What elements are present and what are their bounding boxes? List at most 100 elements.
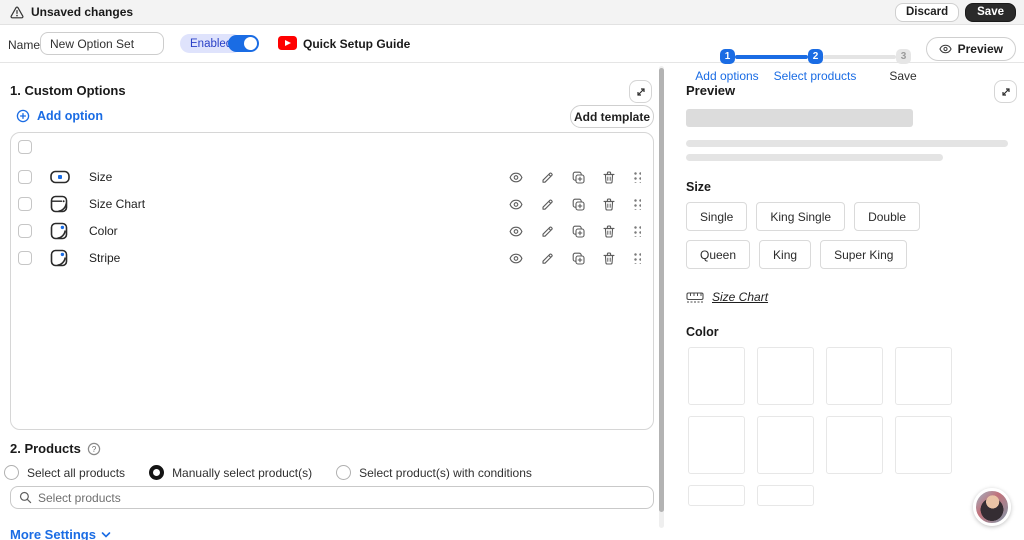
- expand-icon: [635, 86, 647, 98]
- step-3-dot: 3: [896, 49, 911, 64]
- edit-icon[interactable]: [540, 251, 554, 265]
- radio-select-with-conditions[interactable]: [336, 465, 352, 480]
- add-option-link[interactable]: Add option: [16, 109, 103, 123]
- custom-options-title: 1. Custom Options: [10, 83, 126, 98]
- step-bar-1: [735, 54, 808, 59]
- radio-select-all-products[interactable]: [4, 465, 19, 480]
- duplicate-icon[interactable]: [571, 251, 585, 265]
- row-checkbox[interactable]: [18, 170, 32, 184]
- delete-icon[interactable]: [602, 197, 616, 211]
- step-3-label: Save: [889, 69, 917, 83]
- edit-icon[interactable]: [540, 197, 554, 211]
- eye-icon: [938, 44, 952, 54]
- scrollbar-thumb[interactable]: [659, 68, 664, 512]
- duplicate-icon[interactable]: [571, 170, 585, 184]
- size-option-button[interactable]: Queen: [686, 240, 751, 269]
- delete-icon[interactable]: [602, 170, 616, 184]
- radio-label[interactable]: Manually select product(s): [172, 466, 312, 480]
- skeleton-image: [686, 109, 913, 127]
- drag-handle-icon[interactable]: [633, 198, 641, 210]
- size-option-button[interactable]: King Single: [756, 202, 846, 231]
- expand-icon: [1000, 86, 1012, 98]
- skeleton-line: [686, 154, 943, 161]
- view-icon[interactable]: [509, 224, 523, 238]
- products-title: 2. Products: [10, 441, 81, 456]
- drag-handle-icon[interactable]: [633, 252, 641, 264]
- step-1-label[interactable]: Add options: [695, 69, 758, 83]
- discard-button[interactable]: Discard: [894, 2, 960, 22]
- view-icon[interactable]: [509, 197, 523, 211]
- color-swatch[interactable]: [688, 347, 745, 405]
- contextual-save-bar: Unsaved changes Discard Save: [0, 0, 1024, 25]
- edit-icon[interactable]: [540, 224, 554, 238]
- preview-color-label: Color: [686, 325, 719, 339]
- duplicate-icon[interactable]: [571, 197, 585, 211]
- drag-handle-icon[interactable]: [633, 171, 641, 183]
- preview-size-label: Size: [686, 180, 712, 194]
- expand-preview-button[interactable]: [994, 80, 1017, 103]
- color-swatch[interactable]: [895, 416, 952, 474]
- color-swatch[interactable]: [895, 347, 952, 405]
- color-swatch[interactable]: [757, 485, 814, 506]
- option-set-header: Name Enabled Quick Setup Guide 1 2 3 Add…: [0, 25, 1024, 83]
- delete-icon[interactable]: [602, 251, 616, 265]
- option-row-size: Size: [11, 164, 655, 191]
- question-icon[interactable]: ?: [87, 442, 101, 456]
- product-search-field[interactable]: [10, 486, 654, 509]
- swatch-type-icon: [49, 221, 69, 241]
- radio-label[interactable]: Select all products: [27, 466, 125, 480]
- option-row-color: Color: [11, 218, 655, 245]
- select-all-options-checkbox[interactable]: [18, 140, 32, 154]
- edit-icon[interactable]: [540, 170, 554, 184]
- color-swatch[interactable]: [688, 485, 745, 506]
- option-row-stripe: Stripe: [11, 245, 655, 272]
- size-option-button[interactable]: King: [759, 240, 812, 269]
- button-type-icon: [49, 167, 71, 187]
- avatar[interactable]: [973, 488, 1011, 526]
- option-set-name-input[interactable]: [40, 32, 164, 55]
- swatch-type-icon: [49, 248, 69, 268]
- color-swatch[interactable]: [826, 416, 883, 474]
- color-swatch[interactable]: [757, 347, 814, 405]
- view-icon[interactable]: [509, 251, 523, 265]
- expand-options-button[interactable]: [629, 80, 652, 103]
- add-template-button[interactable]: Add template: [570, 105, 654, 128]
- save-button[interactable]: Save: [965, 2, 1016, 22]
- options-list-card: Size Size Chart Color Stripe: [10, 132, 654, 430]
- step-bar-2: [823, 54, 896, 59]
- panel-scrollbar[interactable]: [659, 66, 664, 528]
- color-swatch[interactable]: [757, 416, 814, 474]
- color-swatch-grid: [688, 347, 978, 506]
- youtube-icon[interactable]: [278, 36, 297, 50]
- search-icon: [19, 491, 32, 504]
- enabled-toggle[interactable]: [228, 35, 259, 52]
- chevron-down-icon: [101, 531, 111, 539]
- app-window: Unsaved changes Discard Save Name Enable…: [0, 0, 1024, 540]
- size-option-button[interactable]: Super King: [820, 240, 908, 269]
- search-input[interactable]: [38, 490, 645, 505]
- row-checkbox[interactable]: [18, 251, 32, 265]
- radio-manually-select[interactable]: [149, 465, 165, 480]
- warning-icon: [10, 5, 24, 19]
- quick-setup-guide-link[interactable]: Quick Setup Guide: [303, 37, 410, 51]
- radio-label[interactable]: Select product(s) with conditions: [359, 466, 532, 480]
- color-swatch[interactable]: [826, 347, 883, 405]
- file-type-icon: [49, 194, 69, 214]
- size-chart-link[interactable]: Size Chart: [686, 290, 768, 304]
- step-2-dot: 2: [808, 49, 823, 64]
- duplicate-icon[interactable]: [571, 224, 585, 238]
- color-swatch[interactable]: [688, 416, 745, 474]
- more-settings-link[interactable]: More Settings: [10, 527, 111, 540]
- row-checkbox[interactable]: [18, 224, 32, 238]
- size-option-button[interactable]: Double: [854, 202, 921, 231]
- unsaved-changes-text: Unsaved changes: [31, 5, 134, 19]
- view-icon[interactable]: [509, 170, 523, 184]
- delete-icon[interactable]: [602, 224, 616, 238]
- size-option-button[interactable]: Single: [686, 202, 748, 231]
- row-checkbox[interactable]: [18, 197, 32, 211]
- preview-button[interactable]: Preview: [925, 37, 1016, 61]
- add-circle-icon: [16, 109, 30, 123]
- toggle-knob: [244, 37, 257, 50]
- step-2-label[interactable]: Select products: [774, 69, 857, 83]
- drag-handle-icon[interactable]: [633, 225, 641, 237]
